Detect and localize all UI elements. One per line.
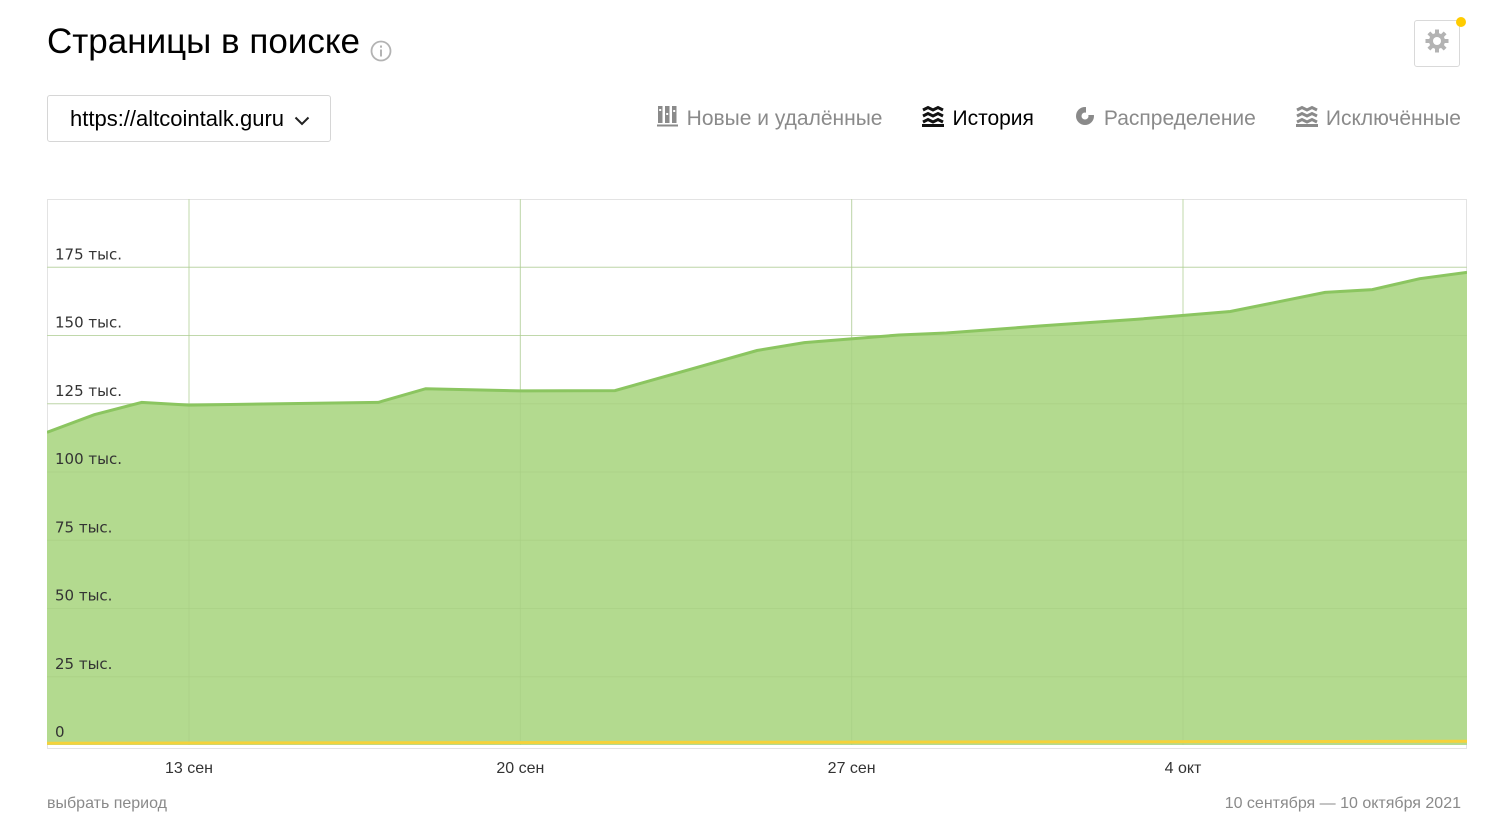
- tab-excluded[interactable]: Исключённые: [1295, 104, 1461, 134]
- y-tick-label: 100 тыс.: [55, 450, 122, 468]
- tab-history-label: История: [952, 107, 1034, 130]
- x-tick-label: 4 окт: [1164, 760, 1202, 777]
- gear-icon: [1424, 28, 1450, 59]
- tab-new-removed-label: Новые и удалённые: [686, 107, 883, 130]
- page-title: Страницы в поиске: [47, 22, 392, 62]
- layers-icon: [922, 105, 952, 133]
- x-axis-labels: 13 сен 20 сен 27 сен 4 окт: [47, 760, 1467, 782]
- bars-icon: [656, 105, 687, 133]
- host-select[interactable]: https://altcointalk.guru: [47, 95, 331, 142]
- y-tick-label: 75 тыс.: [55, 518, 112, 536]
- y-tick-label: 175 тыс.: [55, 245, 122, 263]
- chevron-down-icon: [294, 106, 310, 132]
- y-tick-label: 0: [55, 723, 65, 741]
- y-tick-label: 125 тыс.: [55, 382, 122, 400]
- pages-history-chart: 0 25 тыс. 50 тыс. 75 тыс. 100 тыс. 125 тыс. 15…: [46, 199, 1468, 749]
- tab-distribution[interactable]: Распределение: [1074, 104, 1256, 134]
- settings-button[interactable]: [1414, 20, 1460, 67]
- view-tabs: Новые и удалённые История Распределение: [617, 104, 1461, 134]
- tab-distribution-label: Распределение: [1103, 107, 1256, 130]
- tab-new-removed[interactable]: Новые и удалённые: [656, 104, 883, 134]
- info-icon[interactable]: [370, 31, 392, 62]
- y-tick-label: 25 тыс.: [55, 655, 112, 673]
- layers-icon: [1295, 105, 1326, 133]
- y-tick-label: 150 тыс.: [55, 314, 122, 332]
- x-tick-label: 27 сен: [827, 760, 876, 777]
- notification-dot: [1456, 17, 1466, 27]
- pie-icon: [1074, 105, 1104, 133]
- x-tick-label: 13 сен: [165, 760, 213, 777]
- page-title-text: Страницы в поиске: [47, 22, 361, 61]
- y-tick-label: 50 тыс.: [55, 587, 112, 605]
- baseline-series-line: [46, 739, 1468, 745]
- tab-excluded-label: Исключённые: [1325, 107, 1461, 130]
- host-select-value: https://altcointalk.guru: [70, 105, 285, 131]
- date-range: 10 сентября — 10 октября 2021: [1224, 795, 1461, 812]
- x-tick-label: 20 сен: [496, 760, 545, 777]
- tab-history[interactable]: История: [922, 104, 1034, 134]
- chart-svg: 0 25 тыс. 50 тыс. 75 тыс. 100 тыс. 125 тыс. 15…: [46, 199, 1468, 749]
- series-area: [47, 272, 1467, 745]
- select-period-link[interactable]: выбрать период: [47, 795, 167, 813]
